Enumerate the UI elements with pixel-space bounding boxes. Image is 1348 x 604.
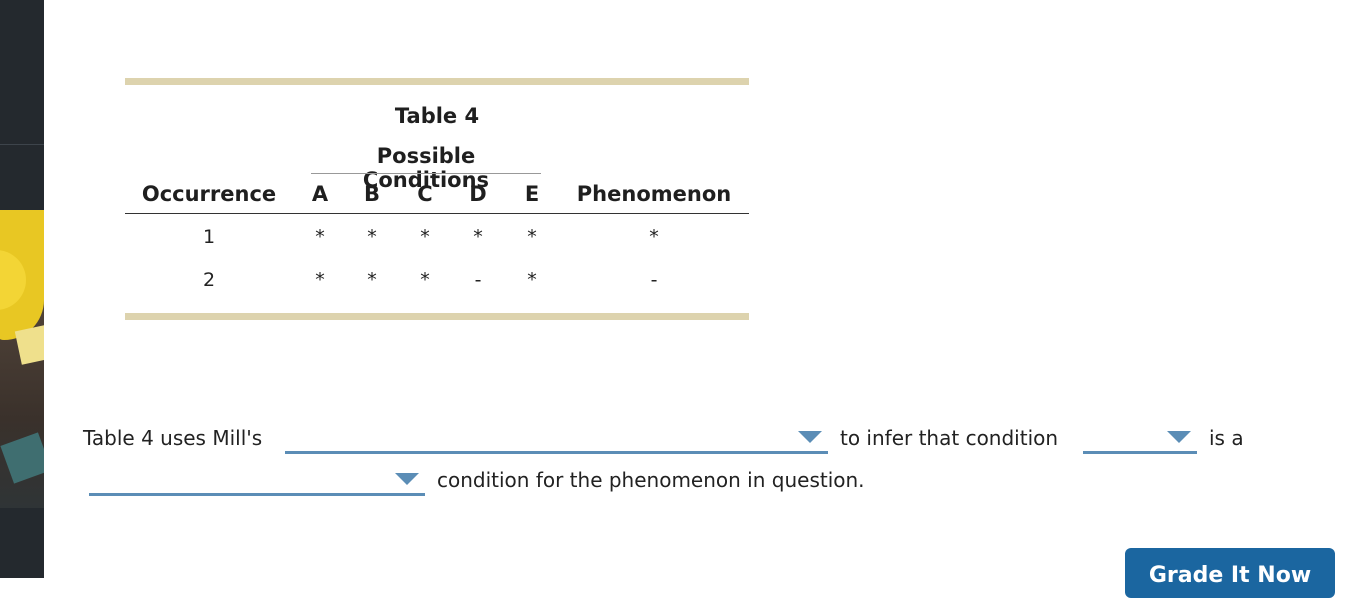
table-cell: - bbox=[474, 269, 482, 291]
table-title: Table 4 bbox=[394, 104, 480, 128]
table-cell: - bbox=[650, 269, 658, 291]
chevron-down-icon bbox=[1167, 431, 1191, 443]
method-dropdown[interactable] bbox=[285, 421, 828, 454]
col-header-e: E bbox=[524, 182, 540, 206]
col-header-occurrence: Occurrence bbox=[141, 182, 277, 206]
chevron-down-icon bbox=[395, 473, 419, 485]
table-cell: * bbox=[315, 226, 325, 248]
question-text-1: Table 4 uses Mill's bbox=[83, 426, 263, 450]
table-cell: * bbox=[649, 226, 659, 248]
table-bottom-rule bbox=[125, 313, 749, 320]
table-cell: 1 bbox=[202, 226, 216, 248]
table-cell: * bbox=[527, 226, 537, 248]
question-text-3: is a bbox=[1209, 426, 1244, 450]
group-header-underline bbox=[311, 173, 541, 174]
col-header-a: A bbox=[311, 182, 329, 206]
sidebar-photo bbox=[0, 210, 44, 508]
col-header-d: D bbox=[469, 182, 487, 206]
question-text-2: to infer that condition bbox=[840, 426, 1059, 450]
chevron-down-icon bbox=[798, 431, 822, 443]
table-cell: * bbox=[420, 269, 430, 291]
left-sidebar bbox=[0, 0, 44, 578]
table-cell: * bbox=[367, 226, 377, 248]
table-cell: * bbox=[473, 226, 483, 248]
table-cell: * bbox=[527, 269, 537, 291]
table-cell: 2 bbox=[202, 269, 216, 291]
sidebar-divider bbox=[0, 144, 44, 145]
table-cell: * bbox=[367, 269, 377, 291]
col-header-phenomenon: Phenomenon bbox=[576, 182, 732, 206]
condition-dropdown[interactable] bbox=[1083, 421, 1197, 454]
header-rule bbox=[125, 213, 749, 214]
question-text-4: condition for the phenomenon in question… bbox=[437, 468, 865, 492]
condition-type-dropdown[interactable] bbox=[89, 463, 425, 496]
col-header-b: B bbox=[363, 182, 380, 206]
table-top-rule bbox=[125, 78, 749, 85]
col-header-c: C bbox=[417, 182, 433, 206]
table-cell: * bbox=[420, 226, 430, 248]
table-cell: * bbox=[315, 269, 325, 291]
grade-it-now-button[interactable]: Grade It Now bbox=[1125, 548, 1335, 598]
conditions-table: Table 4 Possible Conditions Occurrence A… bbox=[125, 78, 749, 320]
